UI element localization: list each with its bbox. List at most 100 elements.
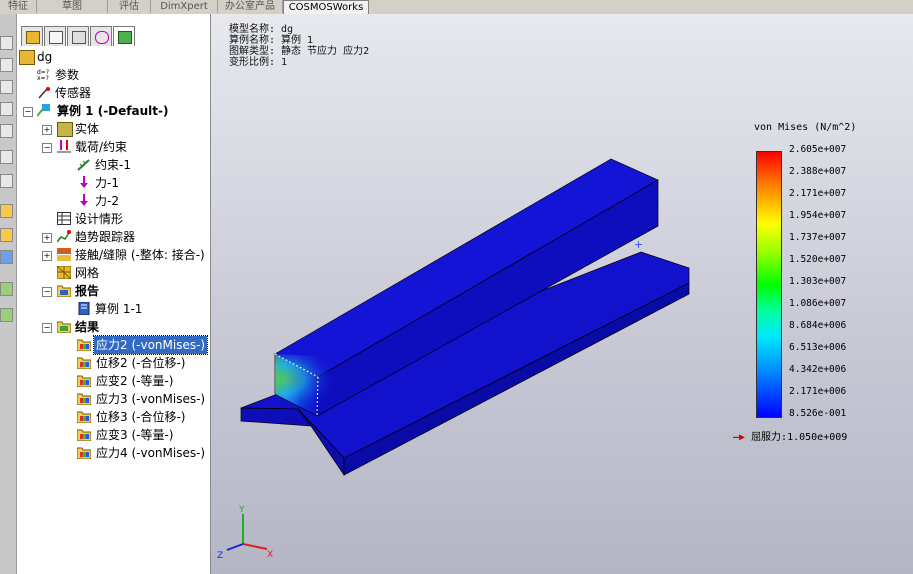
tree-result-item[interactable]: 应变3 (-等量-) (96, 426, 173, 444)
graphics-viewport[interactable]: 模型名称: dg 算例名称: 算例 1 图解类型: 静态 节应力 应力2 变形比… (211, 14, 913, 574)
tab-dimxpert[interactable]: DimXpert (151, 0, 218, 13)
collapse-toggle[interactable]: − (42, 323, 52, 333)
tree-parameters[interactable]: 参数 (55, 66, 79, 84)
solid-icon (57, 122, 73, 137)
tree-contact[interactable]: 接触/缝隙 (-整体: 接合-) (75, 246, 205, 264)
feature-manager-panel: dg d=? x=? 参数 传感器 − 算例 1 (-Default-) + 实体… (17, 14, 211, 574)
tree-sensors[interactable]: 传感器 (55, 84, 91, 102)
tree-fixture[interactable]: 约束-1 (95, 156, 131, 174)
svg-text:Y: Y (238, 505, 245, 515)
folder-icon (56, 320, 72, 334)
tree-result-item[interactable]: 应力3 (-vonMises-) (96, 390, 205, 408)
legend-value: 1.737e+007 (789, 232, 847, 243)
configuration-manager-tab[interactable] (67, 26, 89, 46)
tab-office-products[interactable]: 办公室产品 (218, 0, 283, 13)
tab-features[interactable]: 特征 (0, 0, 37, 13)
toolbar-icon[interactable] (0, 102, 13, 116)
legend-value: 2.171e+007 (789, 188, 847, 199)
tree-mesh[interactable]: 网格 (75, 264, 99, 282)
expand-toggle[interactable]: + (42, 233, 52, 243)
svg-text:X: X (267, 550, 273, 560)
tree-report[interactable]: 报告 (75, 282, 99, 300)
tree-result-item[interactable]: 应力4 (-vonMises-) (96, 444, 205, 462)
pencil-icon[interactable] (0, 228, 13, 242)
toolbar-icon[interactable] (0, 58, 13, 72)
expand-toggle[interactable]: + (42, 251, 52, 261)
toolbar-icon[interactable] (0, 124, 13, 138)
toolbar-icon[interactable] (0, 80, 13, 94)
toolbar-icon[interactable] (0, 282, 13, 296)
tree-root[interactable]: dg (37, 48, 52, 66)
tree-design-scenario[interactable]: 设计情形 (75, 210, 123, 228)
legend-value: 2.605e+007 (789, 144, 847, 155)
fixture-icon (77, 158, 91, 171)
legend-value: 1.303e+007 (789, 276, 847, 287)
force-arrow-icon (77, 194, 91, 207)
tree-result-item[interactable]: 应变2 (-等量-) (96, 372, 173, 390)
result-plot-icon (76, 446, 92, 460)
tree-result-item[interactable]: 位移3 (-合位移-) (96, 408, 185, 426)
crosshair-cursor: + (634, 238, 643, 251)
legend-value: 6.513e+006 (789, 342, 847, 353)
legend-value: 2.171e+006 (789, 386, 847, 397)
tab-evaluate[interactable]: 评估 (108, 0, 151, 13)
tree-force-1[interactable]: 力-1 (95, 174, 119, 192)
tree-result-item[interactable]: 应力2 (-vonMises-) (92, 335, 209, 355)
legend-value: 1.954e+007 (789, 210, 847, 221)
sensor-icon (37, 86, 51, 99)
tree-study[interactable]: 算例 1 (-Default-) (57, 102, 168, 120)
result-plot-icon (76, 338, 92, 352)
study-icon (36, 104, 51, 117)
tree-result-item[interactable]: 位移2 (-合位移-) (96, 354, 185, 372)
tree-loads[interactable]: 载荷/约束 (75, 138, 127, 156)
legend-value: 8.684e+006 (789, 320, 847, 331)
command-manager-tabs: 特征 草图 评估 DimXpert 办公室产品 COSMOSWorks (0, 0, 913, 15)
result-plot-icon (76, 374, 92, 388)
toolbar-icon[interactable] (0, 174, 13, 188)
result-plot-icon (76, 356, 92, 370)
legend-value: 1.086e+007 (789, 298, 847, 309)
legend-title: von Mises (N/m^2) (754, 122, 857, 133)
legend-value: 1.520e+007 (789, 254, 847, 265)
toolbar-icon[interactable] (0, 36, 13, 50)
axis-triad: Y X Z (217, 505, 273, 561)
pencil-icon[interactable] (0, 204, 13, 218)
result-plot-icon (76, 392, 92, 406)
toolbar-icon[interactable] (0, 308, 13, 322)
dimxpert-manager-tab[interactable] (90, 26, 112, 46)
arrow-right-icon: —▶ (733, 432, 752, 443)
tree-report-item[interactable]: 算例 1-1 (95, 300, 142, 318)
collapse-toggle[interactable]: − (42, 287, 52, 297)
yield-strength-label: 屈服力:1.050e+009 (751, 432, 848, 443)
legend-value: 8.526e-001 (789, 408, 847, 419)
tree-trend-tracker[interactable]: 趋势跟踪器 (75, 228, 135, 246)
svg-text:Z: Z (217, 551, 223, 561)
result-plot-icon (76, 428, 92, 442)
toolbar-icon[interactable] (0, 150, 13, 164)
stress-plot-model[interactable]: + Y X Z (211, 14, 913, 574)
toolbar-icon[interactable] (0, 250, 13, 264)
legend-value: 4.342e+006 (789, 364, 847, 375)
expand-toggle[interactable]: + (42, 125, 52, 135)
force-arrow-icon (77, 176, 91, 189)
collapse-toggle[interactable]: − (23, 107, 33, 117)
collapse-toggle[interactable]: − (42, 143, 52, 153)
trend-chart-icon (56, 230, 71, 243)
legend-value: 2.388e+007 (789, 166, 847, 177)
report-doc-icon (77, 301, 91, 316)
property-manager-tab[interactable] (44, 26, 66, 46)
tree-solid[interactable]: 实体 (75, 120, 99, 138)
cosmos-manager-tab[interactable] (113, 26, 135, 46)
result-plot-icon (76, 410, 92, 424)
contact-icon (57, 248, 71, 261)
tree-results[interactable]: 结果 (75, 318, 99, 336)
parameters-icon: d=? x=? (37, 68, 51, 82)
left-toolbar (0, 14, 17, 574)
feature-manager-tab[interactable] (21, 26, 43, 46)
tree-force-2[interactable]: 力-2 (95, 192, 119, 210)
tab-cosmosworks[interactable]: COSMOSWorks (283, 0, 369, 15)
part-icon (19, 50, 35, 65)
mesh-icon (56, 265, 72, 280)
tab-sketch[interactable]: 草图 (37, 0, 108, 13)
svg-text:x=?: x=? (37, 75, 49, 81)
